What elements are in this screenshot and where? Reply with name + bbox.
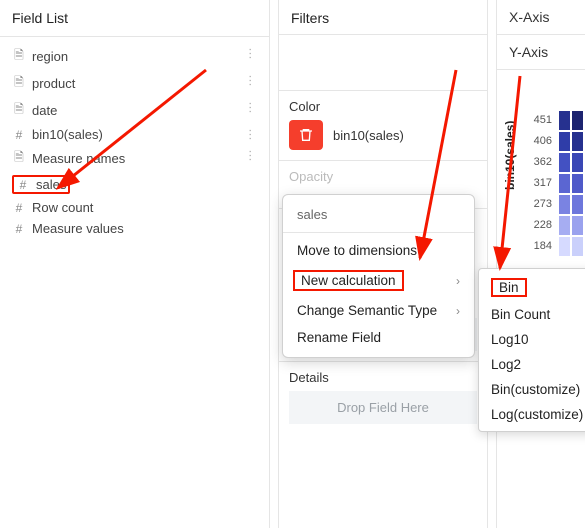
heatmap-row xyxy=(558,152,584,173)
heatmap-cell xyxy=(571,215,584,236)
hash-icon: # xyxy=(12,222,26,236)
field-item-label: Row count xyxy=(32,200,93,215)
hash-icon: # xyxy=(12,201,26,215)
details-dropzone[interactable]: Drop Field Here xyxy=(289,391,477,424)
highlighted-sales-field: # sales xyxy=(12,175,70,194)
chart-tick: 184 xyxy=(528,236,552,257)
document-icon: 🗎 xyxy=(12,73,26,94)
field-item-sales[interactable]: # sales xyxy=(6,172,263,197)
submenu-bin-count[interactable]: Bin Count xyxy=(479,302,585,327)
field-item-bin10-sales-[interactable]: # bin10(sales) ⋯ xyxy=(6,124,263,145)
field-item-row-count[interactable]: # Row count xyxy=(6,197,263,218)
heatmap-cell xyxy=(558,173,571,194)
chart-tick: 273 xyxy=(528,194,552,215)
document-icon: 🗎 xyxy=(12,46,26,67)
field-list-title: Field List xyxy=(0,0,269,34)
field-item-region[interactable]: 🗎 region ⋯ xyxy=(6,43,263,70)
heatmap-row xyxy=(558,194,584,215)
heatmap-row xyxy=(558,131,584,152)
more-icon[interactable]: ⋯ xyxy=(244,150,258,163)
submenu-bin[interactable]: Bin xyxy=(479,273,585,302)
hash-icon: # xyxy=(12,128,26,142)
field-item-date[interactable]: 🗎 date ⋯ xyxy=(6,97,263,124)
heatmap-cell xyxy=(558,215,571,236)
field-context-menu: sales Move to dimensions New calculation… xyxy=(282,194,475,358)
ctx-change-semantic-type[interactable]: Change Semantic Type › xyxy=(283,297,474,324)
more-icon[interactable]: ⋯ xyxy=(244,102,258,115)
heatmap-cell xyxy=(558,236,571,257)
ctx-move-to-dimensions[interactable]: Move to dimensions xyxy=(283,237,474,264)
trash-icon xyxy=(298,127,314,143)
heatmap-cell xyxy=(571,110,584,131)
filters-title: Filters xyxy=(279,0,487,35)
field-item-product[interactable]: 🗎 product ⋯ xyxy=(6,70,263,97)
ctx-new-calculation[interactable]: New calculation › xyxy=(283,264,474,297)
field-item-label: sales xyxy=(36,177,66,192)
heatmap-cell xyxy=(558,131,571,152)
ctx-rename-field[interactable]: Rename Field xyxy=(283,324,474,351)
document-icon: 🗎 xyxy=(12,100,26,121)
hash-icon: # xyxy=(16,178,30,192)
submenu-bin-customize[interactable]: Bin(customize) xyxy=(479,377,585,402)
highlighted-new-calculation: New calculation xyxy=(293,270,404,291)
details-label: Details xyxy=(289,370,477,385)
chart-tick: 362 xyxy=(528,152,552,173)
heatmap-cells xyxy=(558,110,584,257)
field-item-label: product xyxy=(32,76,75,91)
submenu-log-customize[interactable]: Log(customize) xyxy=(479,402,585,427)
new-calculation-submenu: Bin Bin Count Log10 Log2 Bin(customize) … xyxy=(478,268,585,432)
field-list-panel: Field List 🗎 region ⋯ 🗎 product ⋯ 🗎 date ⋯ # bin10… xyxy=(0,0,270,528)
heatmap-cell xyxy=(558,152,571,173)
more-icon[interactable]: ⋯ xyxy=(244,48,258,61)
field-list-items: 🗎 region ⋯ 🗎 product ⋯ 🗎 date ⋯ # bin10(sales) ⋯ 🗎 Me… xyxy=(0,39,269,243)
x-axis-title: X-Axis xyxy=(497,0,585,35)
color-label: Color xyxy=(289,99,477,114)
chart-tick: 406 xyxy=(528,131,552,152)
heatmap-cell xyxy=(571,152,584,173)
more-icon[interactable]: ⋯ xyxy=(244,75,258,88)
color-pill-label: bin10(sales) xyxy=(333,128,404,143)
heatmap-cell xyxy=(571,236,584,257)
delete-color-button[interactable] xyxy=(289,120,323,150)
chart-tick: 451 xyxy=(528,110,552,131)
field-item-measure-names[interactable]: 🗎 Measure names ⋯ xyxy=(6,145,263,172)
heatmap-cell xyxy=(558,110,571,131)
chart-tick: 317 xyxy=(528,173,552,194)
field-item-label: Measure values xyxy=(32,221,124,236)
field-item-measure-values[interactable]: # Measure values xyxy=(6,218,263,239)
chart-y-axis-label: bin10(sales) xyxy=(503,121,517,190)
details-section: Details Drop Field Here xyxy=(279,362,487,434)
heatmap-row xyxy=(558,215,584,236)
heatmap-row xyxy=(558,236,584,257)
divider xyxy=(283,232,474,233)
chart-y-ticks: 451406362317273228184 xyxy=(528,110,552,257)
heatmap-row xyxy=(558,173,584,194)
chart-tick: 228 xyxy=(528,215,552,236)
axis-panel: X-Axis Y-Axis xyxy=(496,0,585,528)
document-icon: 🗎 xyxy=(12,148,26,169)
heatmap-cell xyxy=(571,194,584,215)
y-axis-title: Y-Axis xyxy=(497,35,585,70)
heatmap-cell xyxy=(571,173,584,194)
field-item-label: Measure names xyxy=(32,151,125,166)
field-item-label: region xyxy=(32,49,68,64)
color-section: Color bin10(sales) xyxy=(279,91,487,161)
submenu-log2[interactable]: Log2 xyxy=(479,352,585,377)
field-item-label: bin10(sales) xyxy=(32,127,103,142)
heatmap-cell xyxy=(571,131,584,152)
color-pill[interactable]: bin10(sales) xyxy=(289,120,477,150)
heatmap-row xyxy=(558,110,584,131)
submenu-log10[interactable]: Log10 xyxy=(479,327,585,352)
ctx-menu-header: sales xyxy=(283,201,474,228)
divider xyxy=(0,36,269,37)
opacity-label: Opacity xyxy=(289,169,477,184)
heatmap-cell xyxy=(558,194,571,215)
field-item-label: date xyxy=(32,103,57,118)
chevron-right-icon: › xyxy=(456,274,460,288)
more-icon[interactable]: ⋯ xyxy=(244,129,258,142)
filters-dropzone[interactable] xyxy=(279,35,487,91)
chevron-right-icon: › xyxy=(456,304,460,318)
